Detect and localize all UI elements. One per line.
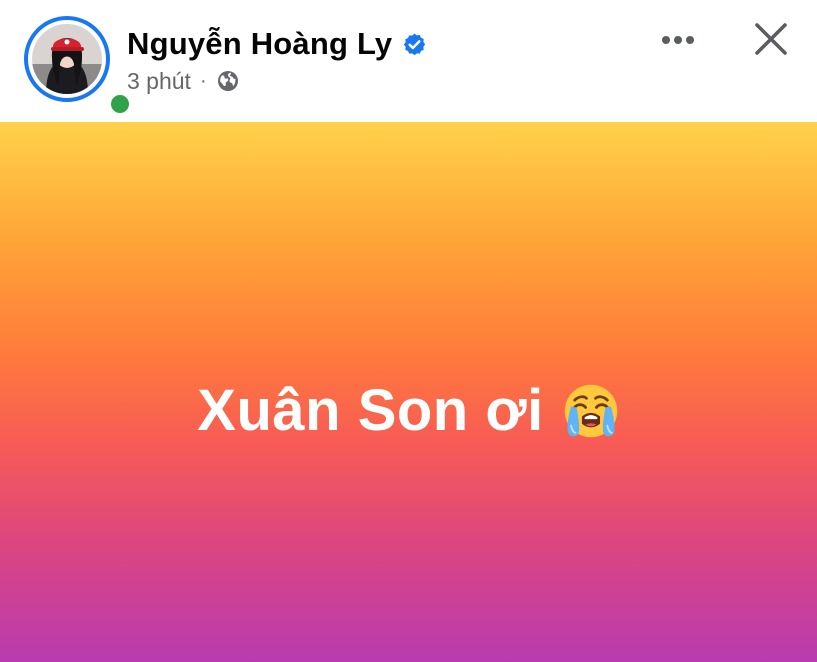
status-background: Xuân Son ơi bbox=[0, 122, 817, 662]
post-header: Nguyễn Hoàng Ly 3 phút · bbox=[0, 0, 817, 122]
author-row: Nguyễn Hoàng Ly bbox=[127, 24, 427, 64]
profile-photo bbox=[32, 24, 102, 94]
post-meta: 3 phút · bbox=[127, 66, 240, 96]
status-content: Xuân Son ơi bbox=[0, 377, 817, 444]
close-icon bbox=[755, 23, 787, 55]
meta-separator: · bbox=[199, 69, 207, 92]
author-name[interactable]: Nguyễn Hoàng Ly bbox=[127, 26, 392, 62]
facebook-status-post: Nguyễn Hoàng Ly 3 phút · Xuân Son ơi bbox=[0, 0, 817, 662]
more-horizontal-icon bbox=[662, 36, 694, 44]
post-time[interactable]: 3 phút bbox=[127, 68, 191, 95]
close-button[interactable] bbox=[746, 14, 796, 64]
status-text: Xuân Son ơi bbox=[197, 378, 544, 443]
loudly-crying-face-emoji bbox=[564, 384, 617, 437]
verified-badge-icon bbox=[404, 33, 426, 55]
more-options-button[interactable] bbox=[652, 20, 704, 60]
avatar[interactable] bbox=[24, 16, 133, 117]
globe-icon[interactable] bbox=[216, 69, 240, 93]
